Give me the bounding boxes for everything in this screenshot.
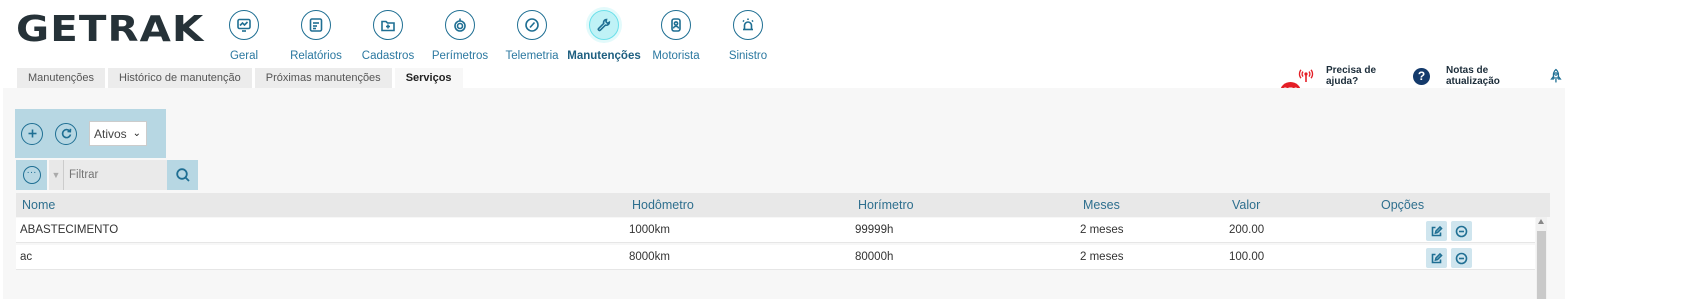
actions-toolbar: Ativos ⌄	[15, 109, 166, 158]
more-options-icon: ···	[22, 166, 41, 184]
map-pin-icon	[445, 10, 475, 40]
deactivate-button[interactable]	[1451, 248, 1472, 268]
table-header: Nome Hodômetro Horímetro Meses Valor Opç…	[16, 193, 1550, 217]
filter-bar: ··· ▼	[16, 160, 198, 190]
folder-plus-icon	[373, 10, 403, 40]
services-panel: Ativos ⌄ ··· ▼ Nome Hodômetro Horímetro …	[3, 88, 1565, 299]
nav-item-telemetria[interactable]: Telemetria	[496, 8, 568, 68]
main-nav: Geral Relatórios Cadastros Perímetros Te…	[208, 8, 784, 68]
release-notes-button[interactable]: Notas de atualização	[1436, 64, 1564, 88]
top-header: GETRAK Geral Relatórios Cadastros Períme…	[0, 0, 1708, 70]
nav-label: Motorista	[652, 50, 700, 62]
signal-tower-icon	[1298, 69, 1314, 82]
column-hourmeter[interactable]: Horímetro	[858, 193, 914, 217]
nav-item-manutencoes[interactable]: Manutenções	[567, 8, 641, 68]
edit-button[interactable]	[1426, 248, 1447, 268]
gauge-icon	[517, 10, 547, 40]
refresh-icon	[61, 128, 71, 139]
nav-item-relatorios[interactable]: Relatórios	[280, 8, 352, 68]
scroll-up-arrow-icon[interactable]	[1538, 219, 1544, 224]
nav-item-perimetros[interactable]: Perímetros	[424, 8, 496, 68]
nav-item-geral[interactable]: Geral	[208, 8, 280, 68]
refresh-button[interactable]	[55, 122, 77, 145]
table-row[interactable]: ac 8000km 80000h 2 meses 100.00	[16, 245, 1535, 270]
filter-options-button[interactable]: ···	[16, 160, 47, 190]
edit-icon	[1431, 252, 1443, 263]
deactivate-button[interactable]	[1451, 221, 1472, 241]
monitor-chart-icon	[229, 10, 259, 40]
minus-circle-icon	[1455, 252, 1468, 264]
column-options: Opções	[1381, 198, 1425, 212]
cell-months: 2 meses	[1080, 224, 1124, 236]
cell-months: 2 meses	[1080, 251, 1124, 263]
search-button[interactable]	[167, 160, 198, 190]
nav-label: Perímetros	[431, 50, 489, 62]
scrollbar-thumb[interactable]	[1537, 231, 1546, 299]
cell-name: ABASTECIMENTO	[20, 224, 119, 236]
tab-manutencoes[interactable]: Manutenções	[17, 68, 106, 89]
tab-proximas-manutencoes[interactable]: Próximas manutenções	[254, 68, 392, 89]
nav-label: Cadastros	[361, 50, 415, 62]
column-value[interactable]: Valor	[1232, 193, 1260, 217]
nav-label: Geral	[229, 50, 259, 62]
help-label: Precisa de ajuda?	[1326, 65, 1377, 87]
tab-historico-manutencao[interactable]: Histórico de manutenção	[108, 68, 252, 89]
status-select-value: Ativos	[94, 126, 127, 141]
rocket-icon	[1550, 68, 1562, 83]
question-icon: ?	[1413, 67, 1430, 85]
cell-hourmeter: 80000h	[855, 251, 894, 263]
edit-button[interactable]	[1426, 221, 1447, 241]
right-background	[1566, 88, 1708, 299]
wrench-icon	[589, 10, 619, 40]
search-icon	[175, 168, 190, 182]
cell-odometer: 1000km	[629, 224, 670, 236]
siren-icon	[733, 10, 763, 40]
chevron-down-icon: ⌄	[132, 128, 141, 139]
column-months[interactable]: Meses	[1083, 193, 1120, 217]
plus-icon	[28, 129, 36, 138]
release-notes-label: Notas de atualização	[1446, 65, 1500, 87]
sub-tabs: Manutenções Histórico de manutenção Próx…	[17, 68, 466, 89]
getrak-logo[interactable]: GETRAK	[16, 10, 203, 50]
logo-text: GETRAK	[16, 9, 205, 50]
tab-servicos[interactable]: Serviços	[394, 68, 463, 89]
cell-name: ac	[20, 251, 33, 263]
cell-hourmeter: 99999h	[855, 224, 894, 236]
filter-input[interactable]	[63, 160, 167, 190]
table-row[interactable]: ABASTECIMENTO 1000km 99999h 2 meses 200.…	[16, 218, 1535, 243]
nav-label: Telemetria	[505, 50, 559, 62]
help-button[interactable]: Precisa de ajuda? ?	[1318, 64, 1430, 88]
cell-value: 200.00	[1229, 224, 1265, 236]
edit-icon	[1431, 225, 1443, 236]
funnel-icon[interactable]: ▼	[49, 160, 63, 190]
cell-odometer: 8000km	[629, 251, 670, 263]
status-select[interactable]: Ativos ⌄	[89, 121, 147, 146]
column-name[interactable]: Nome	[22, 193, 55, 217]
add-button[interactable]	[21, 122, 43, 145]
cell-value: 100.00	[1229, 251, 1265, 263]
table-scrollbar[interactable]	[1536, 217, 1547, 299]
nav-item-cadastros[interactable]: Cadastros	[352, 8, 424, 68]
nav-item-sinistro[interactable]: Sinistro	[712, 8, 784, 68]
column-odometer[interactable]: Hodômetro	[632, 193, 694, 217]
nav-item-motorista[interactable]: Motorista	[640, 8, 712, 68]
nav-label: Sinistro	[728, 50, 768, 62]
report-icon	[301, 10, 331, 40]
nav-label: Relatórios	[290, 50, 342, 62]
minus-circle-icon	[1455, 225, 1468, 237]
driver-icon	[661, 10, 691, 40]
nav-label: Manutenções	[567, 50, 641, 62]
